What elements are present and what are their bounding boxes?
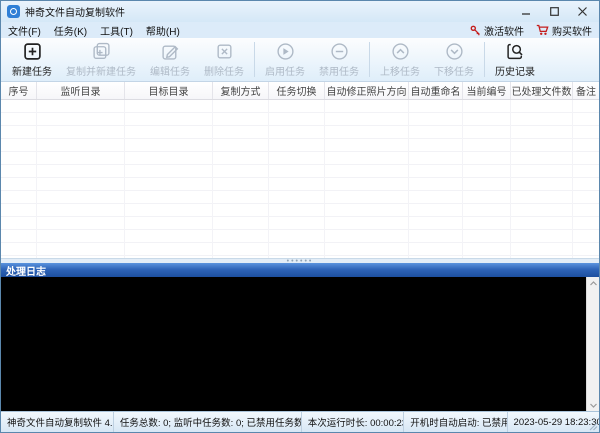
log-scrollbar[interactable] bbox=[586, 277, 599, 411]
window-title: 神奇文件自动复制软件 bbox=[25, 4, 125, 19]
new-task-label: 新建任务 bbox=[12, 63, 52, 78]
menu-task[interactable]: 任务(K) bbox=[54, 23, 87, 38]
delete-task-button: 删除任务 bbox=[197, 38, 251, 81]
move-up-label: 上移任务 bbox=[380, 63, 420, 78]
log-panel-title: 处理日志 bbox=[6, 263, 46, 278]
new-task-icon bbox=[23, 40, 42, 62]
copy-new-task-button: 复制并新建任务 bbox=[59, 38, 143, 81]
task-table-body[interactable] bbox=[1, 100, 599, 258]
disable-task-icon bbox=[330, 40, 349, 62]
copy-new-task-label: 复制并新建任务 bbox=[66, 63, 136, 78]
key-icon bbox=[470, 25, 481, 36]
col-header-auto-rename[interactable]: 自动重命名 bbox=[409, 82, 463, 99]
toolbar-separator bbox=[484, 42, 485, 77]
history-label: 历史记录 bbox=[495, 63, 535, 78]
minimize-button[interactable] bbox=[515, 4, 537, 19]
status-app-version: 神奇文件自动复制软件 4.0 bbox=[1, 412, 114, 432]
table-grid-line bbox=[125, 100, 213, 258]
history-button[interactable]: 历史记录 bbox=[488, 38, 542, 81]
disable-task-label: 禁用任务 bbox=[319, 63, 359, 78]
menu-tools[interactable]: 工具(T) bbox=[100, 23, 133, 38]
title-bar: 神奇文件自动复制软件 bbox=[1, 1, 599, 22]
move-down-icon bbox=[445, 40, 464, 62]
move-down-button: 下移任务 bbox=[427, 38, 481, 81]
close-button[interactable] bbox=[571, 4, 593, 19]
log-panel-header: 处理日志 bbox=[1, 263, 599, 277]
col-header-index[interactable]: 序号 bbox=[1, 82, 37, 99]
app-icon bbox=[7, 5, 20, 18]
activate-software-label: 激活软件 bbox=[484, 23, 524, 38]
menu-bar: 文件(F) 任务(K) 工具(T) 帮助(H) 激活软件 购买软件 bbox=[1, 22, 599, 38]
table-grid-line bbox=[213, 100, 269, 258]
col-header-files-count[interactable]: 已处理文件数 bbox=[511, 82, 573, 99]
status-autostart: 开机时自动启动: 已禁用 bbox=[404, 412, 507, 432]
table-grid-line bbox=[573, 100, 599, 258]
col-header-copy-mode[interactable]: 复制方式 bbox=[213, 82, 269, 99]
cart-icon bbox=[536, 24, 549, 36]
table-grid-line bbox=[409, 100, 463, 258]
edit-task-button: 编辑任务 bbox=[143, 38, 197, 81]
col-header-task-toggle[interactable]: 任务切换 bbox=[269, 82, 325, 99]
maximize-button[interactable] bbox=[543, 4, 565, 19]
move-up-button: 上移任务 bbox=[373, 38, 427, 81]
log-output-area[interactable] bbox=[1, 277, 599, 411]
copy-new-task-icon bbox=[92, 40, 111, 62]
toolbar-separator bbox=[369, 42, 370, 77]
new-task-button[interactable]: 新建任务 bbox=[5, 38, 59, 81]
table-grid-line bbox=[511, 100, 573, 258]
enable-task-button: 启用任务 bbox=[258, 38, 312, 81]
task-table-header: 序号 监听目录 目标目录 复制方式 任务切换 自动修正照片方向 自动重命名 当前… bbox=[1, 82, 599, 100]
history-icon bbox=[506, 40, 525, 62]
move-down-label: 下移任务 bbox=[434, 63, 474, 78]
table-grid-line bbox=[269, 100, 325, 258]
disable-task-button: 禁用任务 bbox=[312, 38, 366, 81]
table-grid-line bbox=[1, 100, 37, 258]
menu-file[interactable]: 文件(F) bbox=[8, 23, 41, 38]
col-header-photo-orient[interactable]: 自动修正照片方向 bbox=[325, 82, 409, 99]
edit-task-label: 编辑任务 bbox=[150, 63, 190, 78]
resize-grip-icon[interactable] bbox=[588, 421, 598, 431]
col-header-target-dir[interactable]: 目标目录 bbox=[125, 82, 213, 99]
status-task-counts: 任务总数: 0; 监听中任务数: 0; 已禁用任务数: 0 bbox=[114, 412, 302, 432]
scroll-down-icon[interactable] bbox=[587, 399, 600, 411]
status-datetime: 2023-05-29 18:23:30 bbox=[508, 412, 599, 432]
move-up-icon bbox=[391, 40, 410, 62]
status-bar: 神奇文件自动复制软件 4.0 任务总数: 0; 监听中任务数: 0; 已禁用任务… bbox=[1, 411, 599, 432]
buy-software-link[interactable]: 购买软件 bbox=[536, 23, 592, 38]
col-header-current-no[interactable]: 当前编号 bbox=[463, 82, 511, 99]
table-grid-line bbox=[37, 100, 125, 258]
app-window: 神奇文件自动复制软件 文件(F) 任务(K) 工具(T) 帮助(H) bbox=[0, 0, 600, 433]
menu-help[interactable]: 帮助(H) bbox=[146, 23, 180, 38]
buy-software-label: 购买软件 bbox=[552, 23, 592, 38]
activate-software-link[interactable]: 激活软件 bbox=[470, 23, 524, 38]
table-grid-line bbox=[463, 100, 511, 258]
enable-task-label: 启用任务 bbox=[265, 63, 305, 78]
col-header-remark[interactable]: 备注 bbox=[573, 82, 599, 99]
toolbar: 新建任务 复制并新建任务 编辑任务 删除任务 启用任务 bbox=[1, 38, 599, 82]
enable-task-icon bbox=[276, 40, 295, 62]
toolbar-separator bbox=[254, 42, 255, 77]
scroll-up-icon[interactable] bbox=[587, 277, 600, 289]
status-run-duration: 本次运行时长: 00:00:23 bbox=[302, 412, 404, 432]
delete-task-label: 删除任务 bbox=[204, 63, 244, 78]
table-grid-line bbox=[325, 100, 409, 258]
edit-task-icon bbox=[161, 40, 180, 62]
delete-task-icon bbox=[215, 40, 234, 62]
col-header-watch-dir[interactable]: 监听目录 bbox=[37, 82, 125, 99]
